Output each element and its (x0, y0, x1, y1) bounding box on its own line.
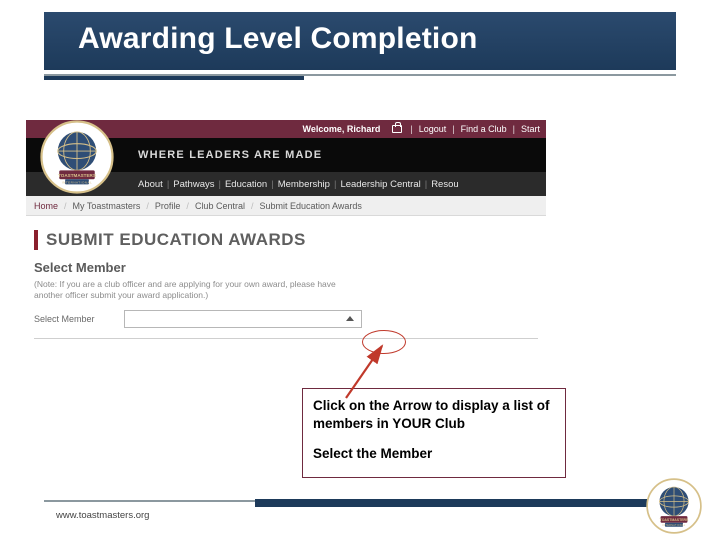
field-underline (34, 338, 538, 339)
crumb-sep: / (146, 201, 149, 211)
nav-item-pathways[interactable]: Pathways (173, 179, 214, 190)
cart-icon[interactable] (392, 125, 402, 133)
crumb-sep: / (251, 201, 254, 211)
crumb-home[interactable]: Home (34, 201, 58, 211)
svg-text:TOASTMASTERS: TOASTMASTERS (58, 173, 96, 178)
slide-title: Awarding Level Completion (44, 12, 676, 56)
footer-accent (255, 499, 655, 507)
crumb-club-central[interactable]: Club Central (195, 201, 245, 211)
section-subhead: Select Member (34, 260, 546, 275)
nav-divider: | (271, 179, 273, 190)
page-body: SUBMIT EDUCATION AWARDS Select Member (N… (26, 220, 546, 339)
crumb-submit-awards[interactable]: Submit Education Awards (259, 201, 361, 211)
officer-note: (Note: If you are a club officer and are… (34, 279, 344, 302)
select-member-label: Select Member (34, 314, 124, 324)
caret-up-icon (346, 316, 354, 321)
title-bar: Awarding Level Completion (44, 12, 676, 70)
select-member-dropdown[interactable] (124, 310, 362, 328)
callout-line-2: Select the Member (313, 445, 555, 463)
ribbon-sep: | (410, 124, 412, 134)
footer-logo: TOASTMASTERS INTERNATIONAL (646, 478, 702, 534)
nav-item-leadership[interactable]: Leadership Central (340, 179, 420, 190)
nav-item-about[interactable]: About (138, 179, 163, 190)
callout-line-1: Click on the Arrow to display a list of … (313, 397, 555, 433)
title-accent (44, 76, 304, 80)
svg-text:INTERNATIONAL: INTERNATIONAL (62, 180, 92, 184)
dropdown-arrow-button[interactable] (343, 312, 357, 326)
nav-item-membership[interactable]: Membership (278, 179, 330, 190)
crumb-profile[interactable]: Profile (155, 201, 181, 211)
svg-text:TOASTMASTERS: TOASTMASTERS (660, 518, 689, 522)
nav-divider: | (425, 179, 427, 190)
instruction-callout: Click on the Arrow to display a list of … (302, 388, 566, 478)
footer-url: www.toastmasters.org (56, 510, 149, 521)
logout-link[interactable]: Logout (419, 124, 447, 134)
ribbon-sep: | (513, 124, 515, 134)
screenshot-region: Welcome, Richard | Logout | Find a Club … (26, 114, 546, 380)
toastmasters-logo[interactable]: TOASTMASTERS INTERNATIONAL (40, 120, 114, 194)
nav-item-resources[interactable]: Resou (431, 179, 458, 190)
tagline: WHERE LEADERS ARE MADE (138, 149, 322, 161)
crumb-sep: / (186, 201, 189, 211)
find-club-link[interactable]: Find a Club (461, 124, 507, 134)
page-heading: SUBMIT EDUCATION AWARDS (46, 230, 306, 250)
crumb-sep: / (64, 201, 67, 211)
nav-item-education[interactable]: Education (225, 179, 267, 190)
svg-text:INTERNATIONAL: INTERNATIONAL (663, 524, 686, 527)
breadcrumb: Home / My Toastmasters / Profile / Club … (26, 196, 546, 216)
welcome-text: Welcome, Richard (303, 124, 381, 134)
nav-divider: | (167, 179, 169, 190)
annotation-circle (362, 330, 406, 354)
start-link[interactable]: Start (521, 124, 540, 134)
ribbon-sep: | (452, 124, 454, 134)
crumb-my-toastmasters[interactable]: My Toastmasters (73, 201, 141, 211)
nav-divider: | (218, 179, 220, 190)
heading-accent-bar (34, 230, 38, 250)
nav-divider: | (334, 179, 336, 190)
